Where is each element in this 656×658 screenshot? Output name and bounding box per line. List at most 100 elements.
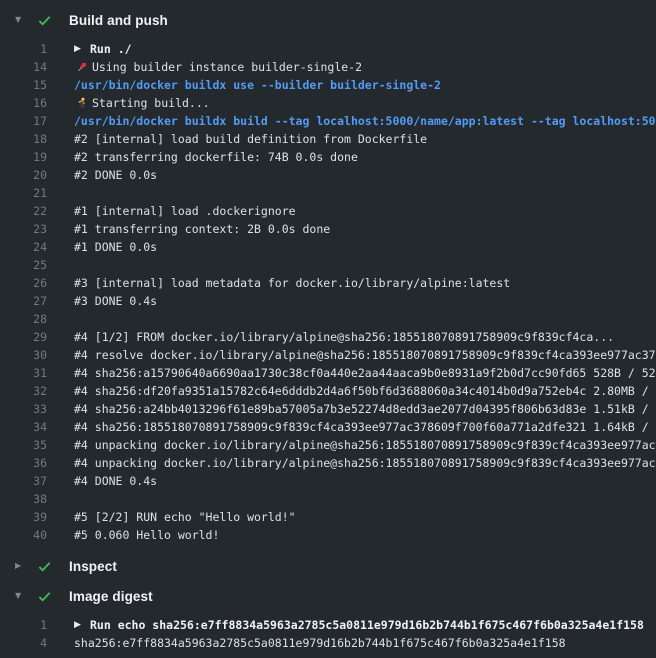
- line-text: #1 [internal] load .dockerignore: [74, 202, 296, 220]
- line-number[interactable]: 35: [0, 436, 47, 454]
- line-content: /usr/bin/docker buildx build --tag local…: [74, 112, 656, 130]
- line-text: Using builder instance builder-single-2: [92, 58, 362, 76]
- log-line: 28: [0, 310, 656, 328]
- line-number[interactable]: 37: [0, 472, 47, 490]
- line-text: #1 transferring context: 2B 0.0s done: [74, 220, 330, 238]
- line-text: #2 [internal] load build definition from…: [74, 130, 427, 148]
- line-text: /usr/bin/docker buildx build --tag local…: [74, 112, 656, 130]
- line-content: ▶ Run ./: [74, 40, 132, 58]
- line-number[interactable]: 19: [0, 148, 47, 166]
- line-number[interactable]: 18: [0, 130, 47, 148]
- log-line: 1 ▶Run echo sha256:e7ff8834a5963a2785c5a0…: [0, 616, 656, 634]
- line-text: #4 sha256:a24bb4013296f61e89ba57005a7b3e…: [74, 400, 656, 418]
- line-number[interactable]: 22: [0, 202, 47, 220]
- log-line: 38: [0, 490, 656, 508]
- line-content: /usr/bin/docker buildx use --builder bui…: [74, 76, 441, 94]
- log-line: 31 #4 sha256:a15790640a6690aa1730c38cf0a4…: [0, 364, 656, 382]
- log-line: 36 #4 unpacking docker.io/library/alpine@…: [0, 454, 656, 472]
- log-line: 33 #4 sha256:a24bb4013296f61e89ba57005a7b…: [0, 400, 656, 418]
- line-text: #4 resolve docker.io/library/alpine@sha2…: [74, 346, 656, 364]
- line-number[interactable]: 36: [0, 454, 47, 472]
- line-number[interactable]: 39: [0, 508, 47, 526]
- line-number[interactable]: 29: [0, 328, 47, 346]
- line-number[interactable]: 16: [0, 94, 47, 112]
- chevron-down-icon[interactable]: ▼: [15, 592, 27, 600]
- line-content: Starting build...: [74, 94, 210, 112]
- line-content: Using builder instance builder-single-2: [74, 58, 362, 76]
- line-content: #1 [internal] load .dockerignore: [74, 202, 296, 220]
- line-text: sha256:e7ff8834a5963a2785c5a0811e979d16b…: [74, 634, 566, 652]
- line-number[interactable]: 25: [0, 256, 47, 274]
- line-text: #4 sha256:a15790640a6690aa1730c38cf0a440…: [74, 364, 656, 382]
- log-line: 34 #4 sha256:185518070891758909c9f839cf4c…: [0, 418, 656, 436]
- line-number[interactable]: 32: [0, 382, 47, 400]
- line-number[interactable]: 34: [0, 418, 47, 436]
- line-content: #4 DONE 0.4s: [74, 472, 157, 490]
- log-lines: 1 ▶ Run ./ 14 Using builder instance builder…: [0, 32, 656, 548]
- line-number[interactable]: 28: [0, 310, 47, 328]
- line-number[interactable]: 40: [0, 526, 47, 544]
- line-text: Run ./: [90, 40, 132, 58]
- line-number[interactable]: 23: [0, 220, 47, 238]
- log-line: 37 #4 DONE 0.4s: [0, 472, 656, 490]
- line-text: #4 unpacking docker.io/library/alpine@sh…: [74, 436, 656, 454]
- line-number[interactable]: 26: [0, 274, 47, 292]
- log-line: 27 #3 DONE 0.4s: [0, 292, 656, 310]
- line-number[interactable]: 4: [0, 634, 47, 652]
- line-number[interactable]: 33: [0, 400, 47, 418]
- section-header-build-and-push[interactable]: ▼ Build and push: [0, 8, 656, 32]
- log-line: 1 ▶ Run ./: [0, 40, 656, 58]
- line-content: sha256:e7ff8834a5963a2785c5a0811e979d16b…: [74, 634, 566, 652]
- line-number[interactable]: 20: [0, 166, 47, 184]
- line-number[interactable]: 1: [0, 616, 47, 634]
- line-number[interactable]: 27: [0, 292, 47, 310]
- expand-group-arrow-icon[interactable]: ▶: [74, 45, 85, 54]
- log-section-image-digest: ▼ Image digest 1 ▶Run echo sha256:e7ff8834a…: [0, 584, 656, 656]
- line-number[interactable]: 38: [0, 490, 47, 508]
- line-number[interactable]: 15: [0, 76, 47, 94]
- line-number[interactable]: 17: [0, 112, 47, 130]
- line-content: #5 0.060 Hello world!: [74, 526, 219, 544]
- section-title: Image digest: [69, 589, 153, 604]
- line-content: #4 [1/2] FROM docker.io/library/alpine@s…: [74, 328, 614, 346]
- log-section-build-and-push: ▼ Build and push 1 ▶ Run ./ 14 Using builder i…: [0, 8, 656, 548]
- log-line: 4 sha256:e7ff8834a5963a2785c5a0811e979d16…: [0, 634, 656, 652]
- section-title: Build and push: [69, 13, 168, 28]
- line-text: #2 transferring dockerfile: 74B 0.0s don…: [74, 148, 358, 166]
- line-content: #4 unpacking docker.io/library/alpine@sh…: [74, 454, 656, 472]
- log-line: 32#4 sha256:df20fa9351a15782c64e6dddb2d4…: [0, 382, 656, 400]
- line-number[interactable]: 31: [0, 364, 47, 382]
- expand-group-arrow-icon[interactable]: ▶: [74, 621, 85, 630]
- section-header-inspect[interactable]: ▶Inspect: [0, 554, 656, 578]
- log-line: 22 #1 [internal] load .dockerignore: [0, 202, 656, 220]
- line-content: ▶Run echo sha256:e7ff8834a5963a2785c5a08…: [74, 616, 644, 634]
- log-line: 35 #4 unpacking docker.io/library/alpine@…: [0, 436, 656, 454]
- line-content: #4 sha256:185518070891758909c9f839cf4ca3…: [74, 418, 656, 436]
- line-content: #4 resolve docker.io/library/alpine@sha2…: [74, 346, 656, 364]
- log-lines: 1 ▶Run echo sha256:e7ff8834a5963a2785c5a0…: [0, 608, 656, 656]
- line-number[interactable]: 1: [0, 40, 47, 58]
- line-number[interactable]: 21: [0, 184, 47, 202]
- line-number[interactable]: 14: [0, 58, 47, 76]
- log-line: 30 #4 resolve docker.io/library/alpine@sh…: [0, 346, 656, 364]
- log-line: 19 #2 transferring dockerfile: 74B 0.0s d…: [0, 148, 656, 166]
- log-line: 16 Starting build...: [0, 94, 656, 112]
- log-section-inspect: ▶Inspect: [0, 554, 656, 578]
- runner-icon: [74, 96, 88, 110]
- line-text: #3 [internal] load metadata for docker.i…: [74, 274, 510, 292]
- line-number[interactable]: 24: [0, 238, 47, 256]
- log-line: 23 #1 transferring context: 2B 0.0s done: [0, 220, 656, 238]
- line-text: #3 DONE 0.4s: [74, 292, 157, 310]
- chevron-right-icon[interactable]: ▶: [15, 562, 27, 570]
- line-content: #4 unpacking docker.io/library/alpine@sh…: [74, 436, 656, 454]
- section-header-image-digest[interactable]: ▼ Image digest: [0, 584, 656, 608]
- chevron-down-icon[interactable]: ▼: [15, 16, 27, 24]
- line-content: #2 [internal] load build definition from…: [74, 130, 427, 148]
- log-line: 17/usr/bin/docker buildx build --tag loc…: [0, 112, 656, 130]
- line-text: #4 DONE 0.4s: [74, 472, 157, 490]
- log-line: 29 #4 [1/2] FROM docker.io/library/alpine…: [0, 328, 656, 346]
- log-line: 24#1 DONE 0.0s: [0, 238, 656, 256]
- line-number[interactable]: 30: [0, 346, 47, 364]
- log-line: 20#2 DONE 0.0s: [0, 166, 656, 184]
- line-text: #4 sha256:185518070891758909c9f839cf4ca3…: [74, 418, 656, 436]
